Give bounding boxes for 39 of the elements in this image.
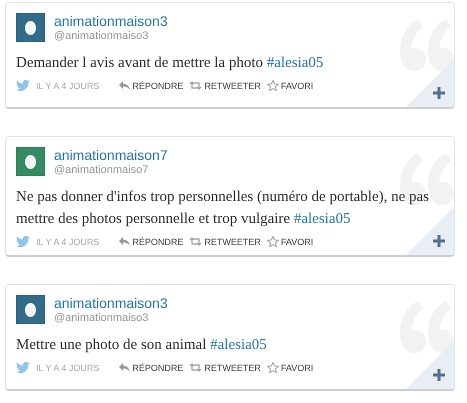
timestamp: IL Y A 4 JOURS	[36, 362, 100, 372]
action-link[interactable]: RETWEETER	[189, 236, 261, 246]
star-icon	[266, 80, 279, 91]
plus-icon[interactable]	[433, 87, 445, 99]
bird-icon	[16, 236, 30, 247]
user-handle: @animationmaiso7	[54, 164, 150, 177]
plus-icon[interactable]	[433, 369, 445, 381]
action-link[interactable]: FAVORI	[266, 362, 314, 373]
action-link[interactable]: RETWEETER	[189, 362, 261, 372]
action-link[interactable]: FAVORI	[266, 80, 314, 91]
user-name[interactable]: animationmaison3	[54, 13, 168, 30]
star-icon	[266, 236, 279, 247]
action-link[interactable]: RÉPONDRE	[119, 236, 184, 246]
retweet-icon	[189, 237, 202, 246]
tweet-text: Demander l avis avant de mettre la photo #alesia05	[16, 54, 324, 73]
star-icon	[266, 362, 279, 373]
bird-icon	[16, 362, 30, 373]
bird-icon	[16, 80, 30, 91]
reply-icon	[119, 237, 130, 246]
hashtag-link[interactable]: #alesia05	[210, 337, 267, 353]
tweet-text: Mettre une photo de son animal #alesia05	[16, 336, 268, 355]
plus-icon[interactable]	[433, 235, 445, 247]
reply-icon	[119, 81, 130, 90]
timestamp: IL Y A 4 JOURS	[36, 80, 100, 90]
retweet-icon	[189, 363, 202, 372]
user-name[interactable]: animationmaison7	[54, 147, 168, 164]
action-link[interactable]: RÉPONDRE	[119, 80, 184, 90]
retweet-icon	[189, 81, 202, 90]
timestamp: IL Y A 4 JOURS	[36, 236, 100, 246]
action-link[interactable]: RETWEETER	[189, 80, 261, 90]
tweet-text: Ne pas donner d'infos trop personnelles (numéro de portable), ne pas mettre des photos personnelle et trop vulgaire #alesia05	[16, 188, 430, 229]
action-link[interactable]: RÉPONDRE	[119, 362, 184, 372]
hashtag-link[interactable]: #alesia05	[266, 55, 324, 71]
reply-icon	[119, 363, 130, 372]
action-link[interactable]: FAVORI	[266, 236, 314, 247]
user-handle: @animationmaiso3	[54, 30, 150, 43]
hashtag-link[interactable]: #alesia05	[294, 211, 350, 227]
user-handle: @animationmaiso3	[54, 312, 150, 325]
user-name[interactable]: animationmaison3	[54, 295, 168, 312]
